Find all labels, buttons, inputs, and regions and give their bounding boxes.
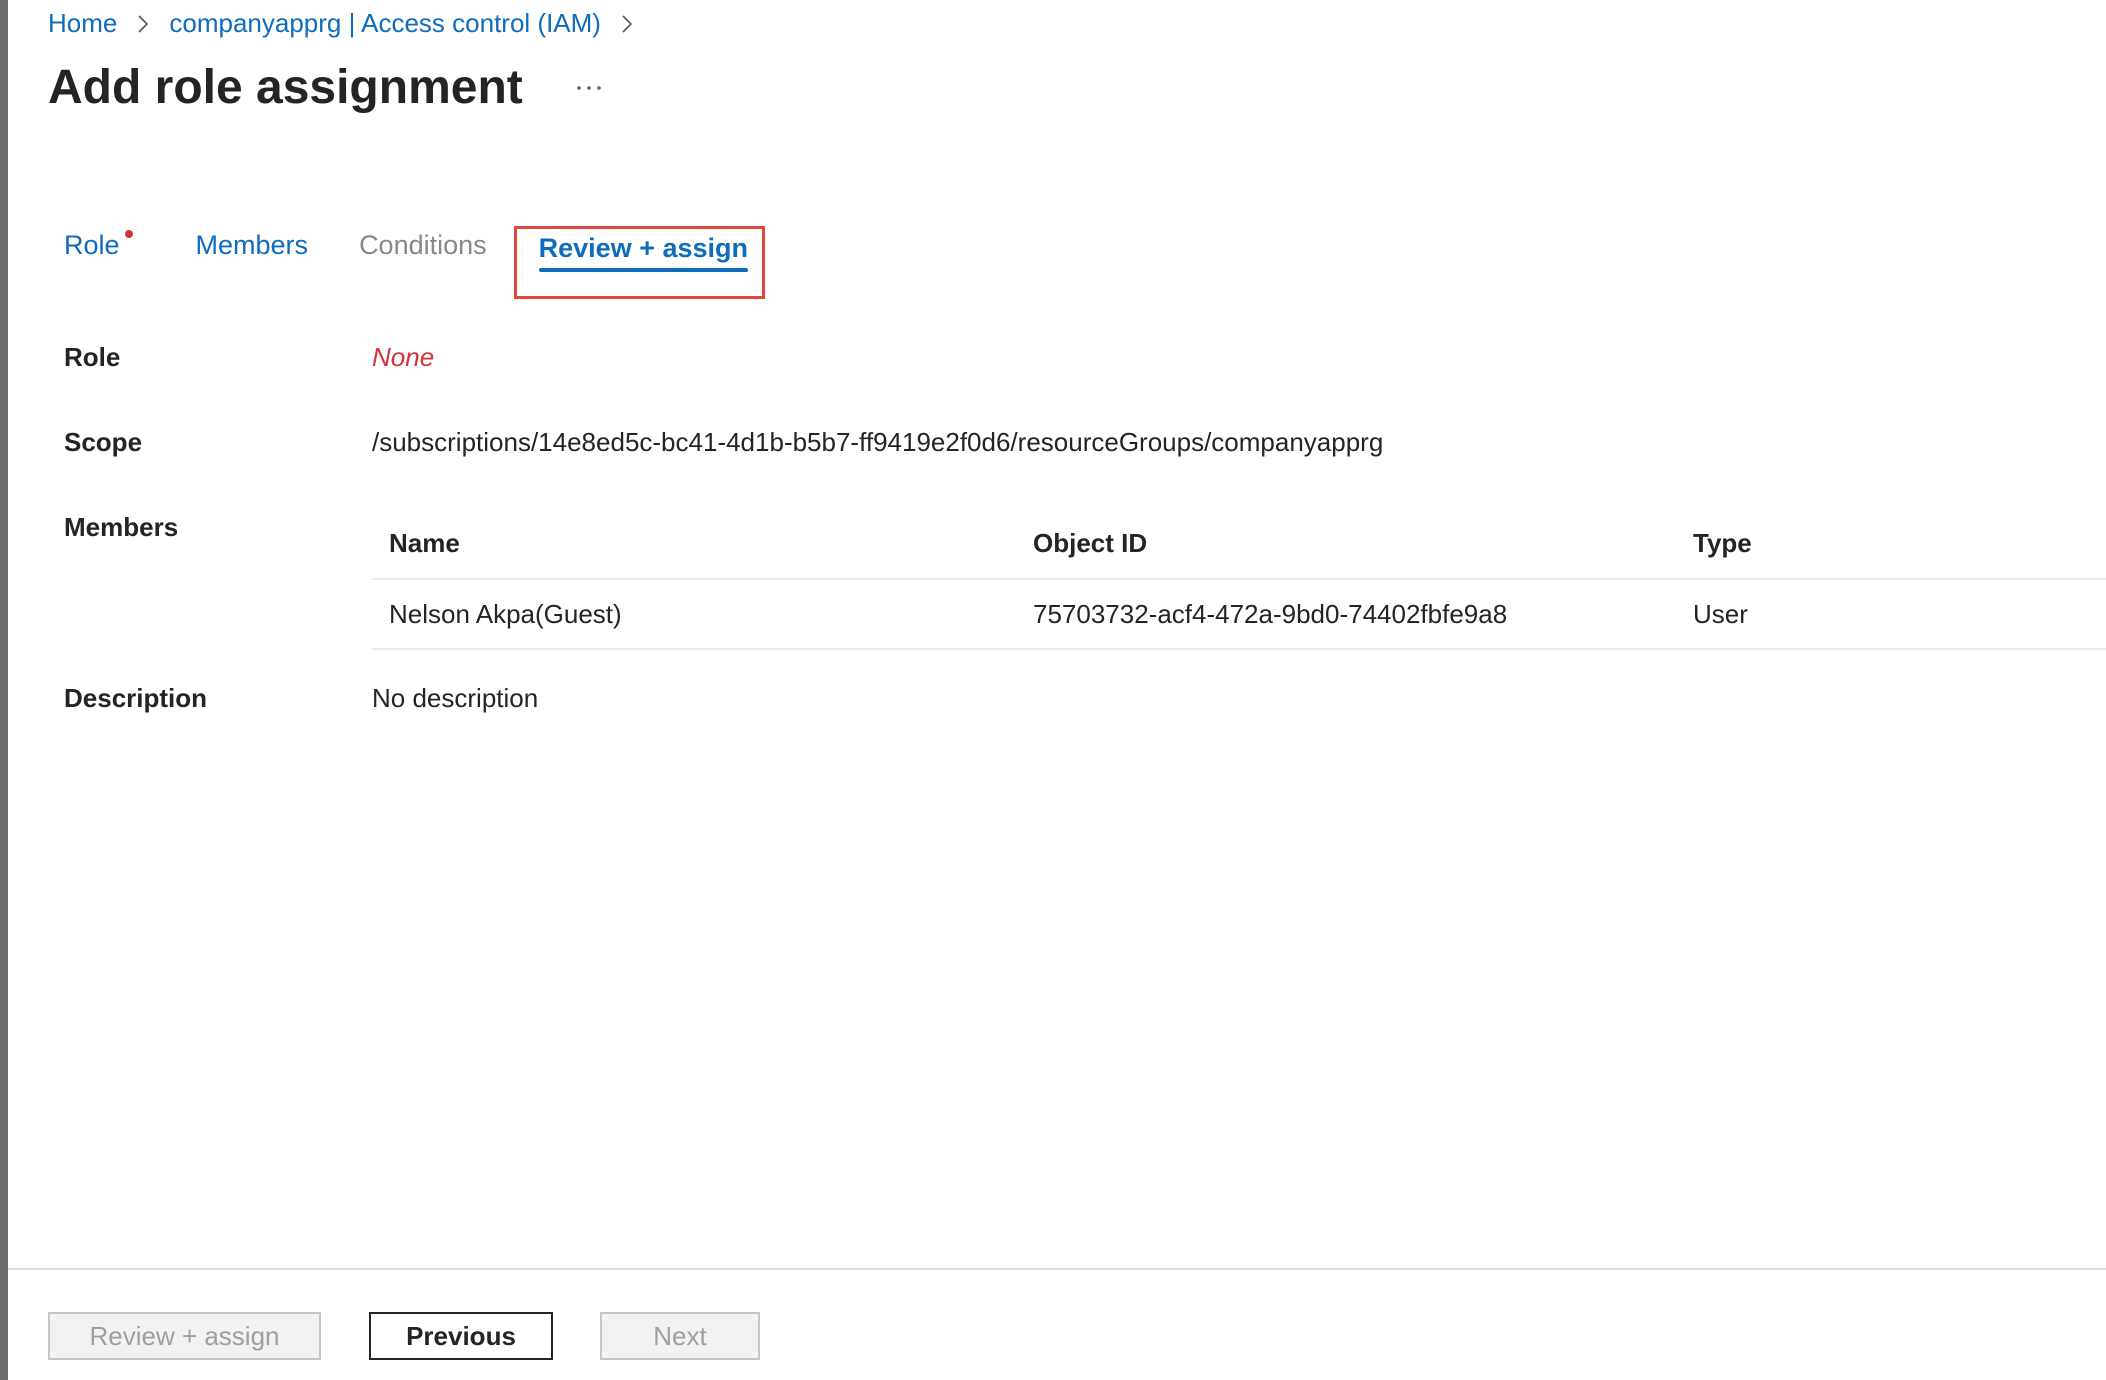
table-header-row: Name Object ID Type	[372, 508, 2106, 580]
more-icon	[576, 85, 601, 90]
column-header-type: Type	[1693, 527, 1752, 558]
chevron-right-icon	[615, 12, 639, 36]
previous-button[interactable]: Previous	[369, 1312, 553, 1360]
next-button[interactable]: Next	[600, 1312, 760, 1360]
role-label: Role	[64, 342, 121, 372]
tab-members-label: Members	[195, 230, 309, 260]
column-header-name: Name	[389, 527, 460, 558]
chevron-right-icon	[131, 12, 155, 36]
scope-label: Scope	[64, 427, 143, 457]
breadcrumb-home-link[interactable]: Home	[48, 8, 117, 39]
required-indicator-icon	[124, 230, 133, 238]
wizard-tabs: Role Members Conditions Review + assign	[64, 226, 765, 299]
title-row: Add role assignment	[48, 60, 609, 115]
breadcrumb-iam-link[interactable]: companyapprg | Access control (IAM)	[169, 8, 601, 39]
member-type-cell: User	[1693, 598, 1748, 629]
table-row: Nelson Akpa(Guest) 75703732-acf4-472a-9b…	[372, 580, 2106, 650]
description-label: Description	[64, 683, 208, 713]
description-value: No description	[372, 683, 539, 713]
active-tab-underline	[538, 268, 748, 272]
tab-review-assign[interactable]: Review + assign	[538, 233, 748, 276]
member-object-id-cell: 75703732-acf4-472a-9bd0-74402fbfe9a8	[1033, 598, 1508, 629]
wizard-footer: Review + assign Previous Next	[8, 1268, 2106, 1380]
tab-highlight-box: Review + assign	[513, 226, 765, 299]
breadcrumb: Home companyapprg | Access control (IAM)	[48, 8, 639, 39]
column-header-object-id: Object ID	[1033, 527, 1148, 558]
tab-role-label: Role	[64, 230, 120, 260]
tab-conditions[interactable]: Conditions	[359, 230, 487, 273]
tab-review-assign-label: Review + assign	[538, 233, 748, 263]
role-value: None	[372, 342, 435, 372]
page-title: Add role assignment	[48, 61, 523, 114]
member-name-cell: Nelson Akpa(Guest)	[389, 598, 622, 629]
more-options-button[interactable]	[569, 68, 609, 108]
scope-value: /subscriptions/14e8ed5c-bc41-4d1b-b5b7-f…	[372, 427, 1384, 457]
review-assign-button[interactable]: Review + assign	[48, 1312, 321, 1360]
members-table: Name Object ID Type Nelson Akpa(Guest) 7…	[372, 508, 2106, 650]
add-role-assignment-page: Home companyapprg | Access control (IAM)…	[0, 0, 2106, 1380]
tab-conditions-label: Conditions	[359, 230, 487, 260]
tab-members[interactable]: Members	[196, 230, 309, 273]
tab-role[interactable]: Role	[64, 230, 133, 273]
members-label: Members	[64, 512, 179, 542]
